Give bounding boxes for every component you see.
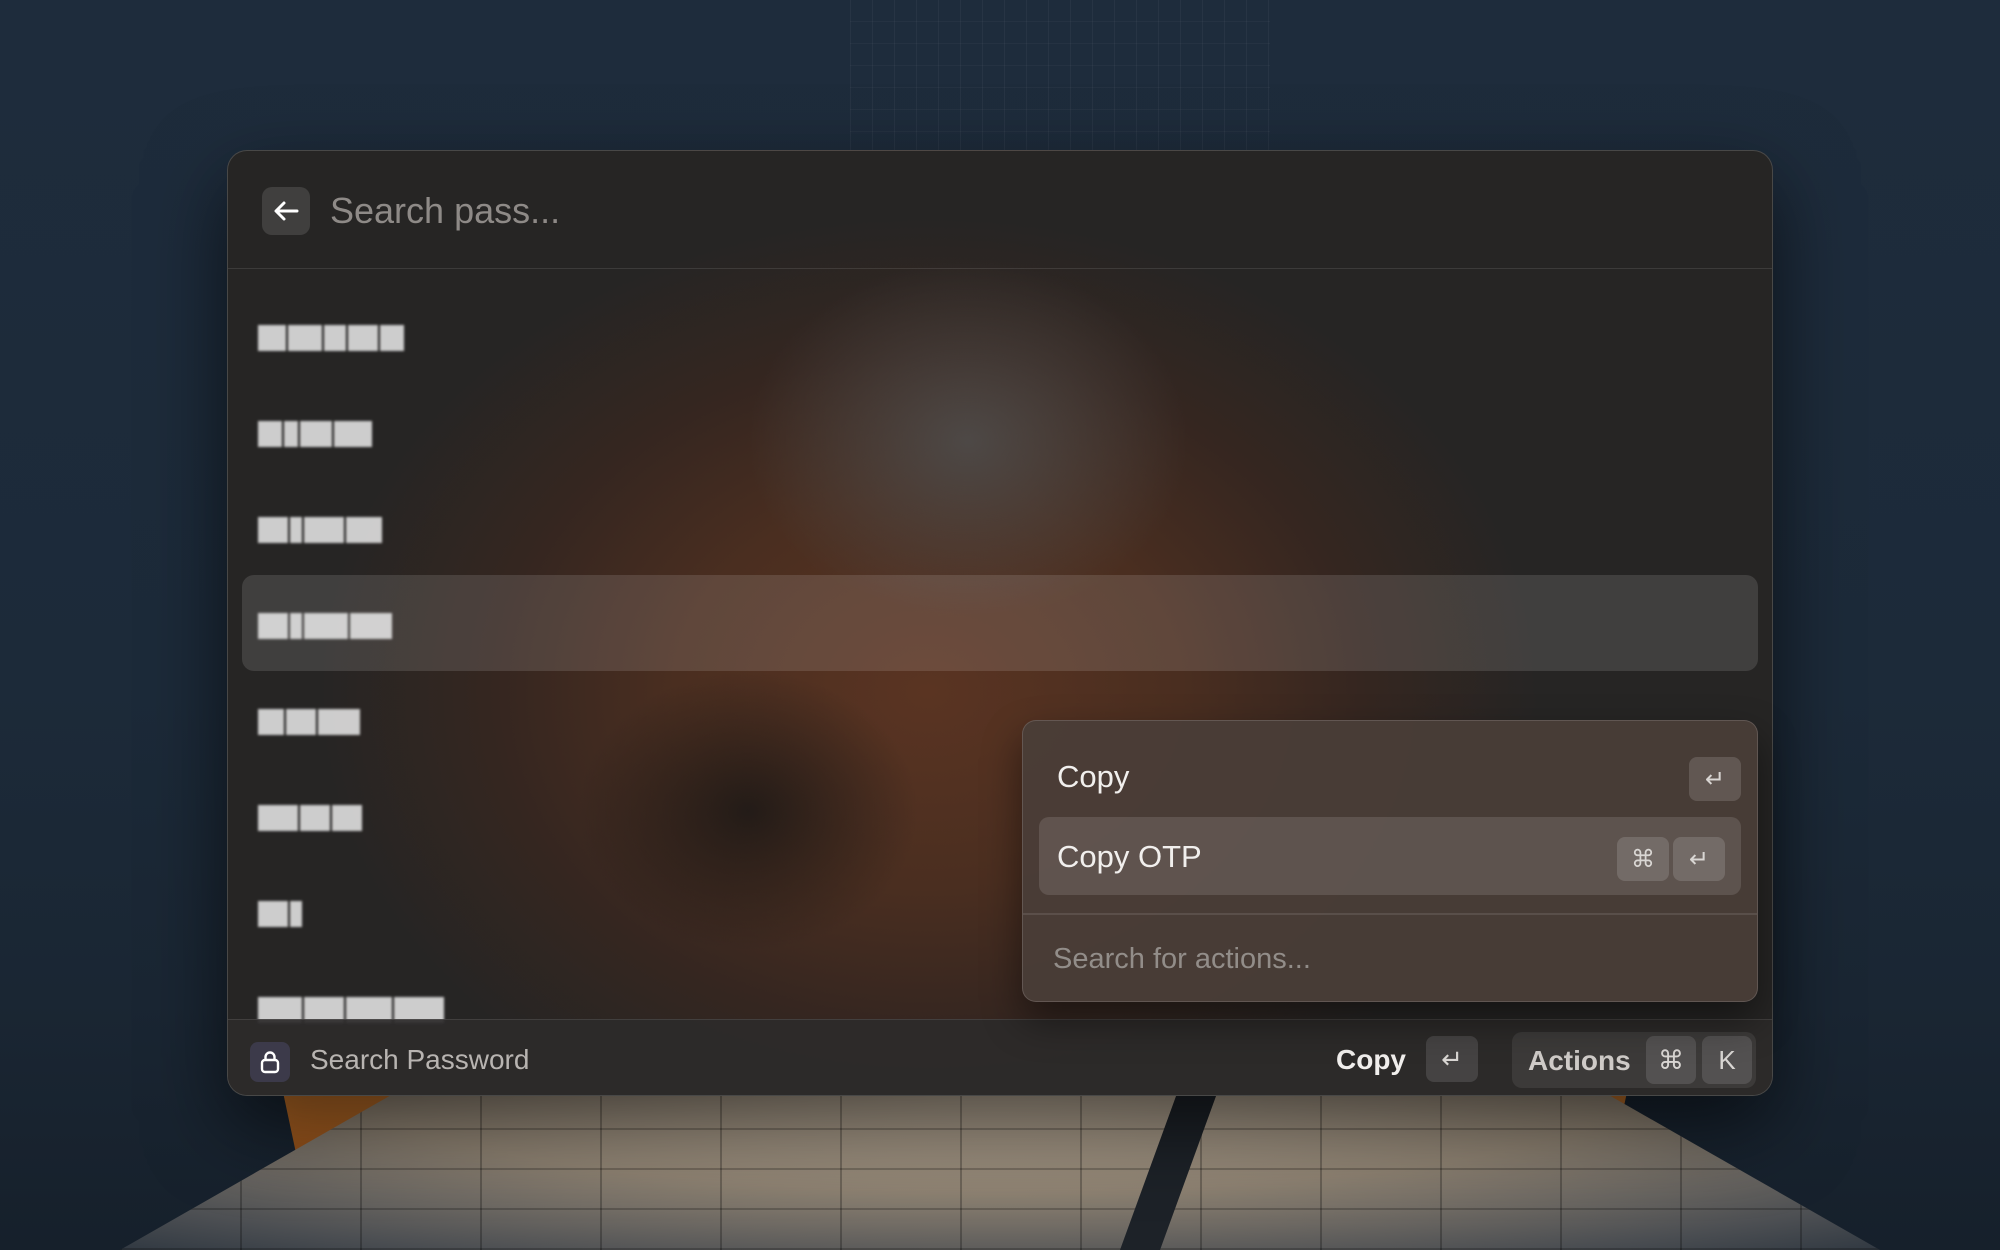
- command-key-icon: ⌘: [1617, 837, 1669, 881]
- footer-copy-button[interactable]: Copy: [1336, 1044, 1406, 1076]
- redacted-label: [258, 325, 404, 351]
- command-key-icon: ⌘: [1646, 1036, 1696, 1084]
- footer-actions-button[interactable]: Actions ⌘ K: [1512, 1032, 1756, 1088]
- lock-icon: [250, 1042, 290, 1082]
- action-copy-otp-label: Copy OTP: [1057, 839, 1202, 874]
- wallpaper-grid: [850, 0, 1270, 150]
- k-key-icon: K: [1702, 1036, 1752, 1084]
- list-item[interactable]: [242, 479, 1758, 575]
- return-key-icon: ↵: [1673, 837, 1725, 881]
- footer-actions-label: Actions: [1528, 1045, 1631, 1076]
- list-item[interactable]: [242, 287, 1758, 383]
- actions-panel: Copy ↵ Copy OTP ⌘ ↵: [1022, 720, 1758, 1002]
- back-button[interactable]: [262, 187, 310, 235]
- actions-search-input[interactable]: [1053, 933, 1703, 985]
- action-copy[interactable]: Copy ↵: [1039, 737, 1741, 815]
- search-bar: [228, 151, 1772, 269]
- redacted-label: [258, 421, 372, 447]
- divider: [1023, 913, 1757, 915]
- arrow-left-icon: [274, 201, 299, 221]
- action-copy-otp[interactable]: Copy OTP ⌘ ↵: [1039, 817, 1741, 895]
- return-key-icon: ↵: [1426, 1036, 1478, 1082]
- list-item[interactable]: [242, 383, 1758, 479]
- redacted-label: [258, 517, 382, 543]
- redacted-label: [258, 901, 302, 927]
- action-copy-label: Copy: [1057, 759, 1130, 794]
- redacted-label: [258, 805, 362, 831]
- return-key-icon: ↵: [1689, 757, 1741, 801]
- search-input[interactable]: [330, 183, 1330, 239]
- list-item-selected[interactable]: [242, 575, 1758, 671]
- redacted-label: [258, 613, 392, 639]
- redacted-label: [258, 709, 360, 735]
- footer-bar: Search Password Copy ↵ Actions ⌘ K: [228, 1019, 1772, 1095]
- footer-title: Search Password: [310, 1044, 530, 1075]
